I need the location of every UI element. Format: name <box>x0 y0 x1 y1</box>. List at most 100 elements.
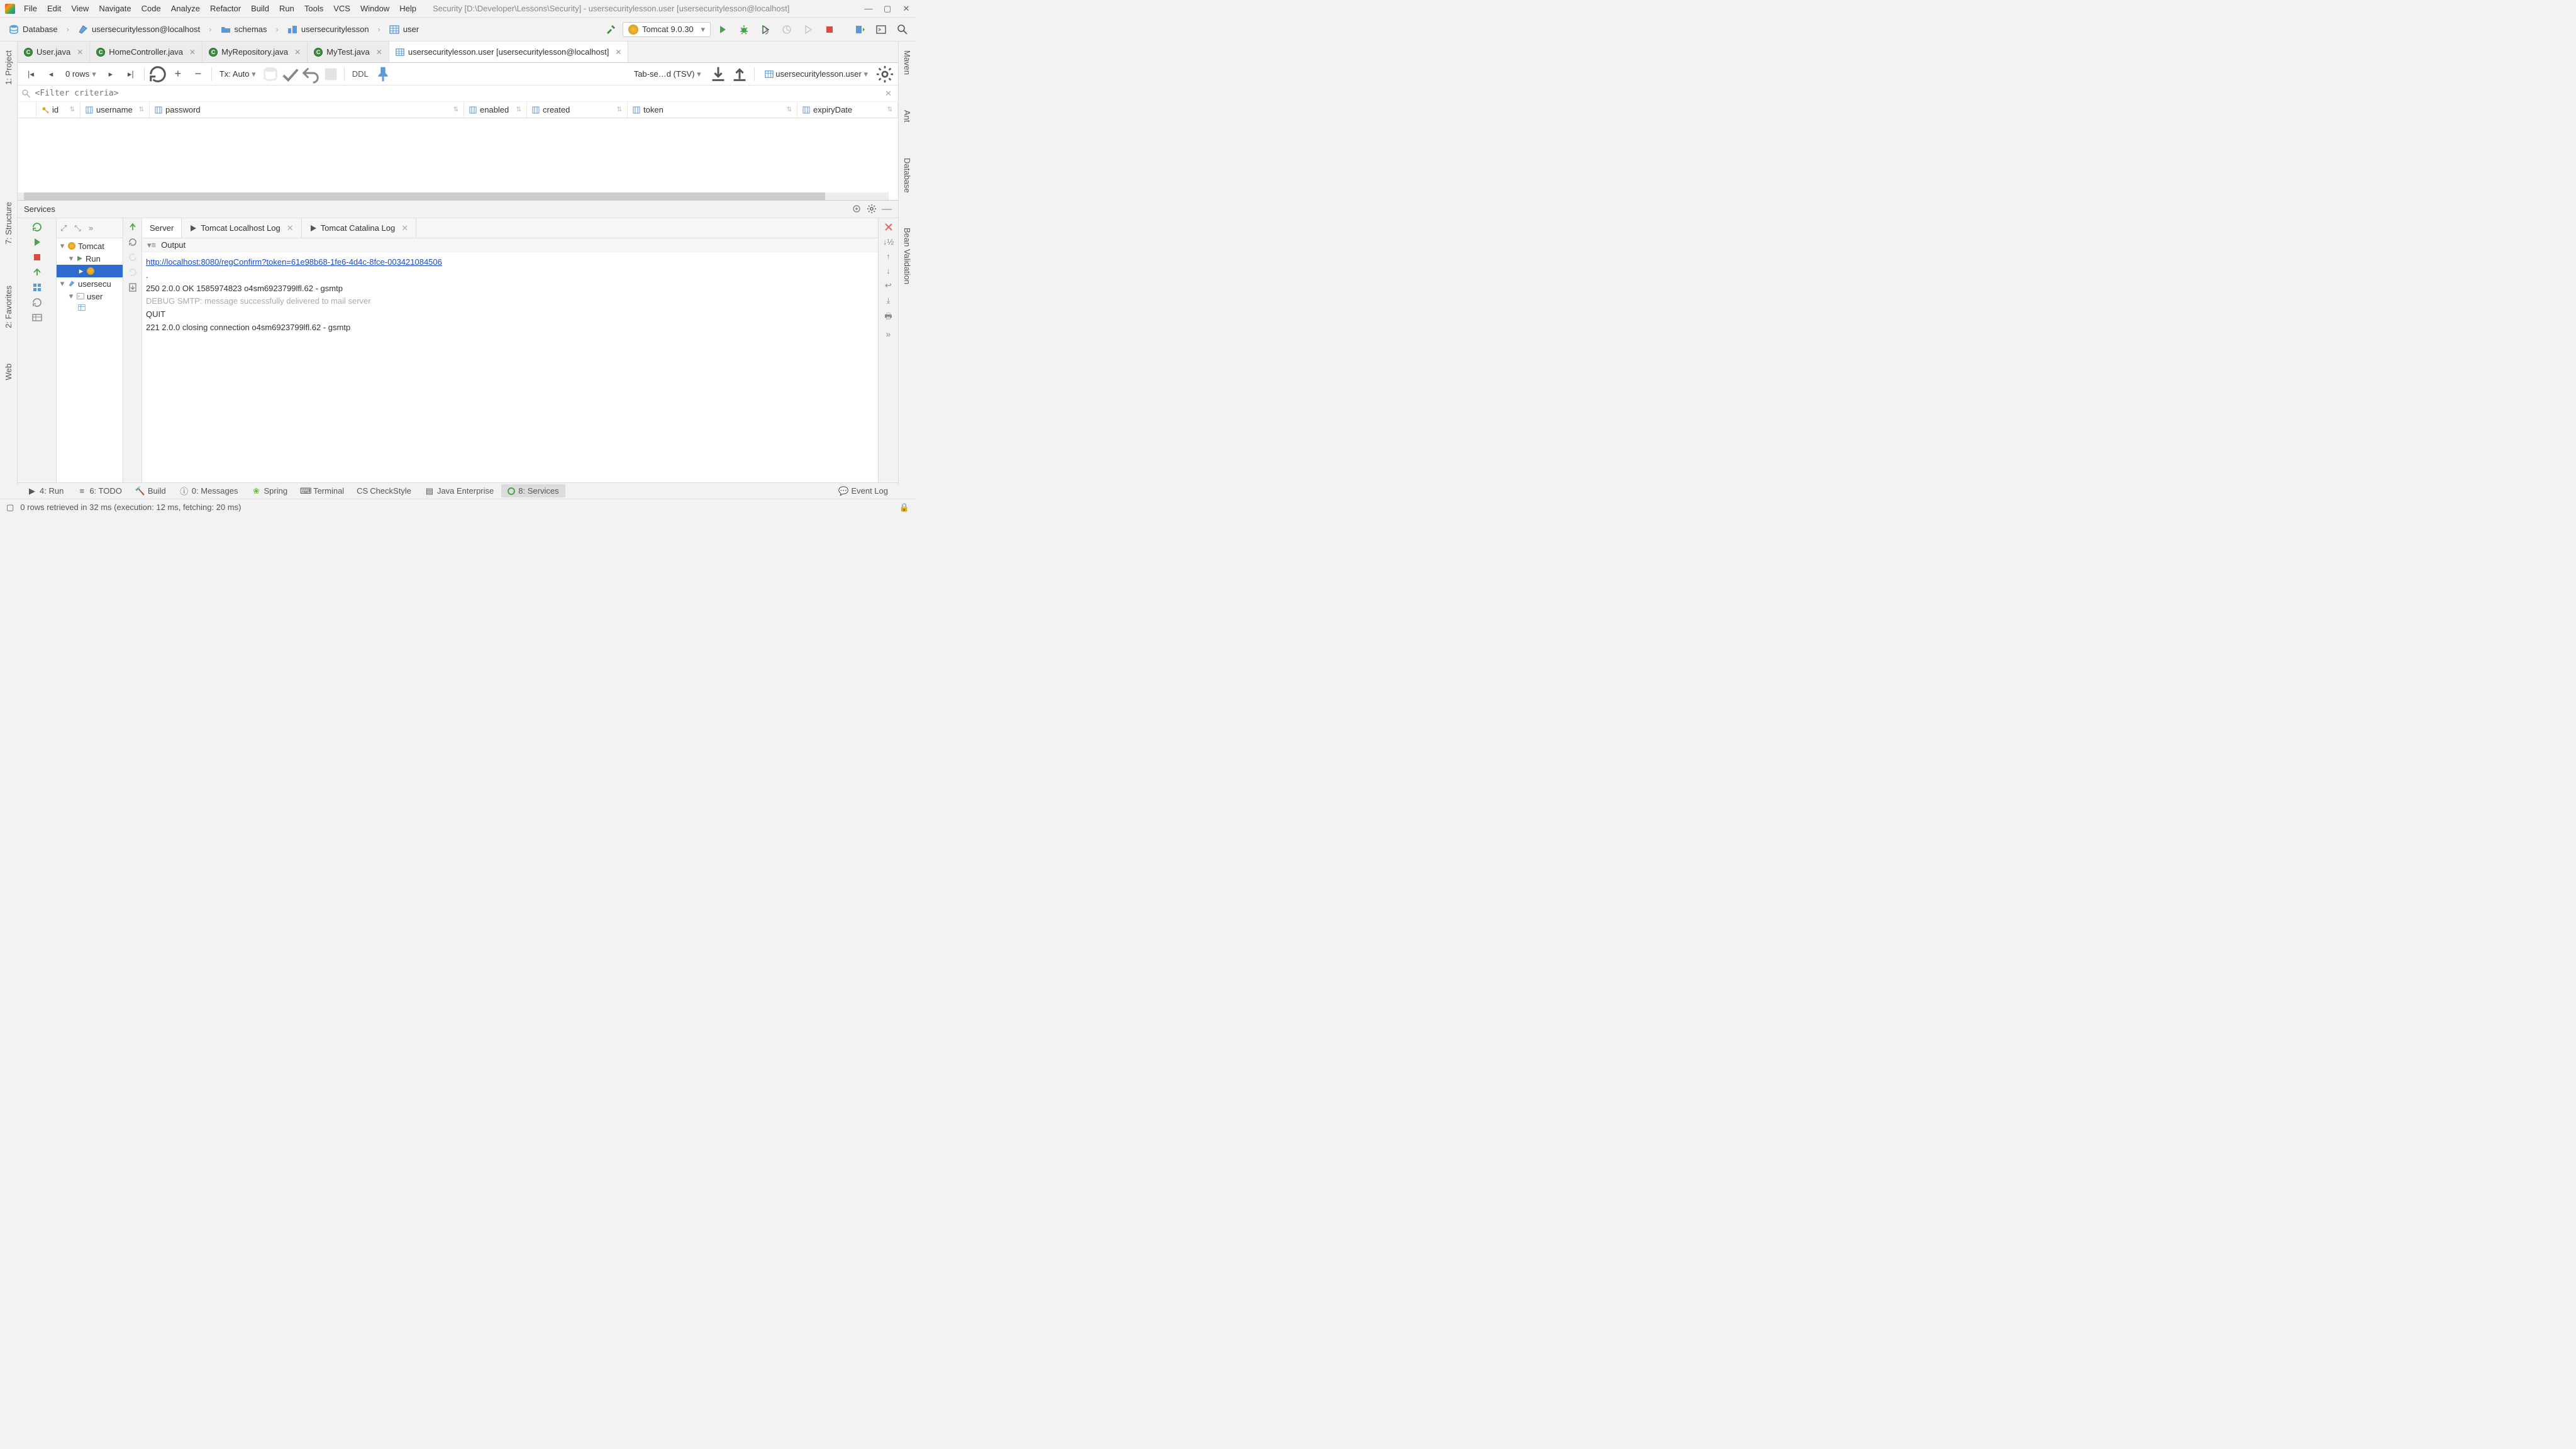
close-icon[interactable]: ✕ <box>294 48 301 57</box>
menu-build[interactable]: Build <box>247 3 273 14</box>
filter-input[interactable] <box>35 89 883 98</box>
services-gear-icon[interactable] <box>867 204 877 215</box>
prev-row-button[interactable]: ◂ <box>42 65 60 84</box>
close-button[interactable]: ✕ <box>897 3 916 15</box>
stop-button[interactable] <box>820 20 839 39</box>
crumb-schemas[interactable]: schemas <box>216 22 272 37</box>
tool-checkstyle[interactable]: CSCheckStyle <box>352 484 418 497</box>
profile-button[interactable] <box>777 20 796 39</box>
pin-console-button[interactable] <box>884 222 894 232</box>
menu-code[interactable]: Code <box>138 3 165 14</box>
tree-result[interactable] <box>57 303 123 313</box>
console-link[interactable]: http://localhost:8080/regConfirm?token=6… <box>146 257 442 267</box>
search-everywhere-button[interactable] <box>893 20 912 39</box>
tool-bean[interactable]: Bean Validation <box>901 223 913 289</box>
tab-tomcat-catalina-log[interactable]: Tomcat Catalina Log✕ <box>302 218 416 238</box>
clear-filter-button[interactable]: ✕ <box>882 89 894 99</box>
tree-running[interactable]: ▾Run <box>57 252 123 265</box>
crumb-database[interactable]: Database <box>4 22 63 37</box>
close-icon[interactable]: ✕ <box>287 223 294 233</box>
col-id[interactable]: id⇅ <box>36 102 80 118</box>
crumb-table[interactable]: user <box>384 22 424 37</box>
tool-project[interactable]: 1: Project <box>3 45 14 90</box>
update-button[interactable] <box>850 20 869 39</box>
run-anything-button[interactable] <box>872 20 891 39</box>
tab-db-table[interactable]: usersecuritylesson.user [usersecurityles… <box>389 42 629 62</box>
crumb-schema[interactable]: usersecuritylesson <box>282 22 374 37</box>
crumb-connection[interactable]: usersecuritylesson@localhost <box>73 22 205 37</box>
attach-button[interactable] <box>799 20 818 39</box>
tree-datasource[interactable]: ▾usersecu <box>57 277 123 290</box>
debug-button[interactable] <box>735 20 753 39</box>
tool-jee[interactable]: ▤Java Enterprise <box>419 484 500 497</box>
tab-myrepository[interactable]: CMyRepository.java✕ <box>203 42 308 62</box>
cancel-query-button[interactable] <box>321 65 340 84</box>
tool-run[interactable]: ▶4: Run <box>21 484 70 497</box>
tab-tomcat-localhost-log[interactable]: Tomcat Localhost Log✕ <box>182 218 301 238</box>
tool-web[interactable]: Web <box>3 358 14 386</box>
rerun-button[interactable] <box>31 221 43 233</box>
menu-help[interactable]: Help <box>396 3 420 14</box>
prev-output-button[interactable] <box>128 252 138 262</box>
last-row-button[interactable]: ▸| <box>121 65 140 84</box>
run-again-button[interactable] <box>31 236 43 248</box>
upload-button[interactable] <box>730 65 749 84</box>
layout-button[interactable] <box>31 312 43 323</box>
maximize-button[interactable]: ▢ <box>878 3 897 15</box>
scroll-end-button[interactable]: ⤓ <box>887 296 891 306</box>
tool-favorites[interactable]: 2: Favorites <box>3 280 14 333</box>
debugger-jump-button[interactable] <box>128 222 138 232</box>
tab-mytest[interactable]: CMyTest.java✕ <box>308 42 389 62</box>
wrap-button[interactable]: ↩ <box>885 280 892 291</box>
download-button[interactable] <box>709 65 728 84</box>
tool-build[interactable]: 🔨Build <box>130 484 172 497</box>
first-row-button[interactable]: |◂ <box>21 65 40 84</box>
close-icon[interactable]: ✕ <box>189 48 196 57</box>
tool-maven[interactable]: Maven <box>901 45 913 80</box>
export-format-dropdown[interactable]: Tab-se…d (TSV) ▾ <box>629 67 706 81</box>
more-button[interactable]: » <box>85 223 97 233</box>
remove-row-button[interactable]: − <box>189 65 208 84</box>
tab-server[interactable]: Server <box>142 218 182 238</box>
minimize-button[interactable]: — <box>859 3 878 15</box>
run-button[interactable] <box>713 20 732 39</box>
stop-service-button[interactable] <box>31 252 43 263</box>
add-row-button[interactable]: + <box>169 65 187 84</box>
target-table-dropdown[interactable]: usersecuritylesson.user ▾ <box>760 67 873 81</box>
next-output-button[interactable] <box>128 267 138 277</box>
menu-file[interactable]: File <box>20 3 41 14</box>
tool-spring[interactable]: ❀Spring <box>245 484 294 497</box>
next-row-button[interactable]: ▸ <box>101 65 120 84</box>
close-icon[interactable]: ✕ <box>77 48 83 57</box>
col-password[interactable]: password⇅ <box>150 102 464 118</box>
tab-homecontroller[interactable]: CHomeController.java✕ <box>90 42 203 62</box>
settings-button[interactable] <box>875 65 894 84</box>
reload-button[interactable] <box>148 65 167 84</box>
menu-refactor[interactable]: Refactor <box>206 3 245 14</box>
menu-tools[interactable]: Tools <box>301 3 327 14</box>
revert-button[interactable] <box>301 65 320 84</box>
menu-navigate[interactable]: Navigate <box>95 3 135 14</box>
sort-button[interactable]: ↓½ <box>883 237 894 247</box>
lock-icon[interactable]: 🔒 <box>899 502 909 513</box>
ddl-button[interactable]: DDL <box>348 69 372 79</box>
resources-button[interactable] <box>31 282 43 293</box>
col-created[interactable]: created⇅ <box>527 102 628 118</box>
services-target-icon[interactable] <box>852 204 862 215</box>
console-output[interactable]: http://localhost:8080/regConfirm?token=6… <box>142 252 878 485</box>
restart-button[interactable] <box>128 237 138 247</box>
menu-vcs[interactable]: VCS <box>330 3 354 14</box>
panel-toggle-button[interactable]: ▢ <box>6 502 14 513</box>
tree-selected-config[interactable]: ▸ <box>57 265 123 277</box>
run-config-selector[interactable]: Tomcat 9.0.30 ▾ <box>623 22 711 37</box>
collapse-button[interactable]: ⤡ <box>70 223 84 233</box>
col-username[interactable]: username⇅ <box>80 102 150 118</box>
rows-dropdown[interactable]: 0 rows ▾ <box>62 69 100 79</box>
tool-event-log[interactable]: 💬Event Log <box>833 484 894 497</box>
horizontal-scrollbar[interactable] <box>18 192 889 200</box>
close-icon[interactable]: ✕ <box>615 48 621 57</box>
build-button[interactable] <box>601 20 620 39</box>
toggle-out-button[interactable]: ▾≡ <box>147 240 156 250</box>
up-button[interactable]: ↑ <box>886 252 891 261</box>
expand-button[interactable]: ⤢ <box>57 223 70 233</box>
